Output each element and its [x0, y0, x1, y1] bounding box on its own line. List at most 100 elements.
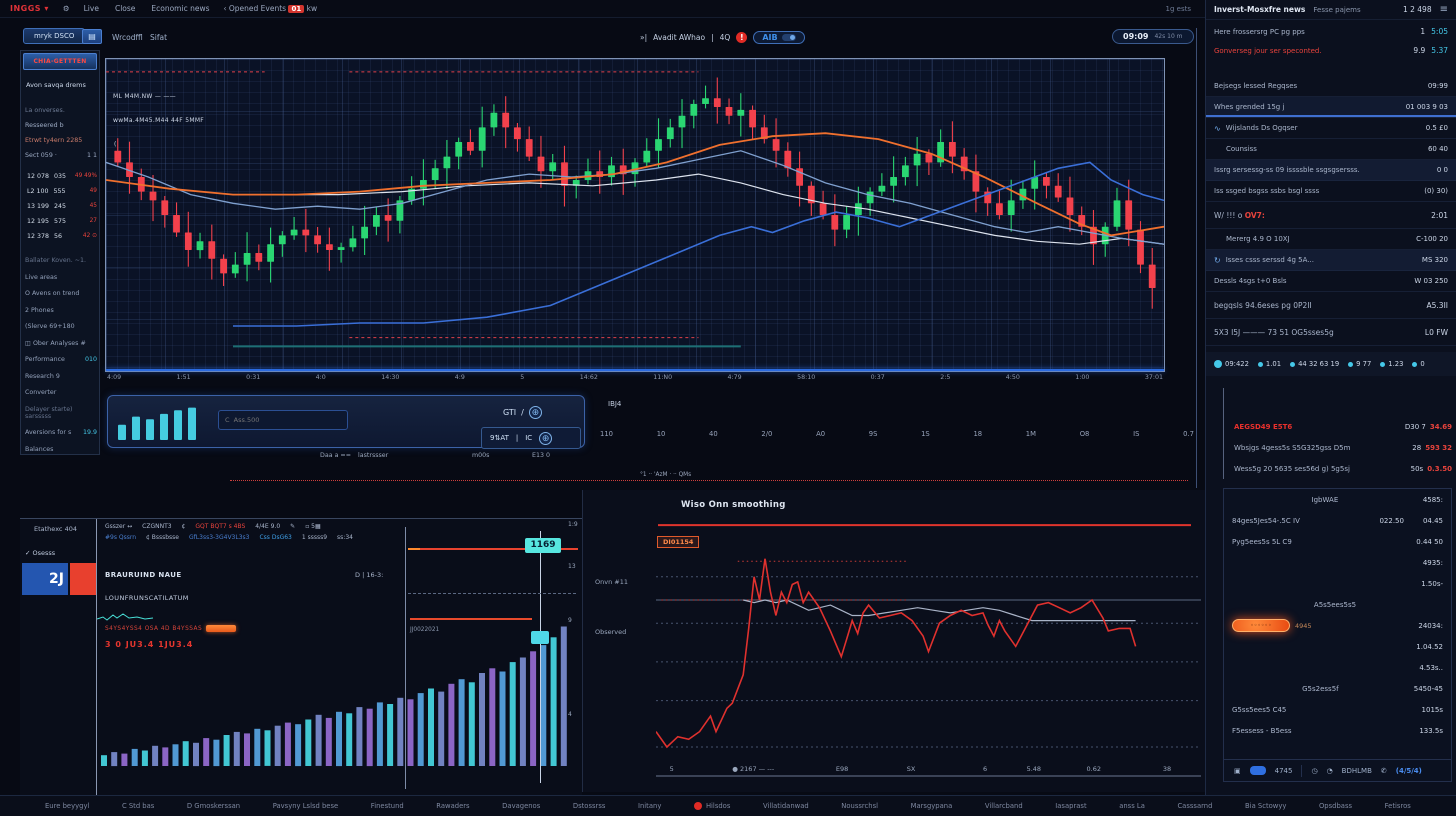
toolbar-label-1[interactable]: Wrcodffl	[112, 33, 143, 42]
depth-toolbar-item[interactable]: ¢ Bsssbsse	[146, 534, 179, 541]
main-chart-panel[interactable]: ML M4M.NW — —— wwMa.4M45.M44 44F 5MMF (	[105, 58, 1165, 372]
timeframe-button[interactable]: 0.7	[1183, 430, 1194, 438]
status-item[interactable]: Pavsyny Lslsd bese	[273, 802, 339, 810]
status-item[interactable]: Davagenos	[502, 802, 540, 810]
sidebar-item[interactable]: 2 Phones	[25, 307, 97, 314]
sidebar-item[interactable]: Ballater Koven. ~1.	[25, 257, 97, 264]
depth-crosshair-2[interactable]	[540, 531, 541, 783]
info-row[interactable]: Iss ssged bsgss ssbs bsgl ssss(0) 30)	[1206, 181, 1456, 202]
status-item[interactable]: Villatidanwad	[763, 802, 809, 810]
slider-handle[interactable]	[531, 631, 549, 644]
aib-toggle[interactable]	[782, 34, 796, 41]
depth-toolbar-item[interactable]: CZGNNT3	[142, 523, 171, 530]
sidebar-item[interactable]: Live areas	[25, 274, 97, 281]
status-item[interactable]: Eure beyygyl	[45, 802, 89, 810]
status-item[interactable]: Fetisros	[1385, 802, 1411, 810]
timeframe-button[interactable]: 1S	[921, 430, 930, 438]
price-tag[interactable]: 1169	[525, 538, 561, 553]
depth-toolbar-item[interactable]: 4/4E 9.0	[255, 523, 280, 530]
info-row[interactable]: Mererg 4.9 O 10XJC-100 20	[1206, 229, 1456, 250]
status-item[interactable]: anss La	[1119, 802, 1145, 810]
depth-toolbar-item[interactable]: Css DsG63	[259, 534, 291, 541]
sidebar-item[interactable]: Aversions for s19.9	[25, 429, 97, 436]
alert-row[interactable]: Wess5g 20 5635 ses56d g) 5g5sj50s0.3.50	[1234, 458, 1452, 479]
menu-item[interactable]: Close	[115, 4, 135, 13]
layout-button[interactable]: ▤	[82, 29, 102, 44]
sidebar-item[interactable]: Research 9	[25, 373, 97, 380]
timeframe-button[interactable]: 9S	[869, 430, 878, 438]
sidebar-item[interactable]: Balances	[25, 446, 97, 453]
clock-icon[interactable]: ◷	[1311, 767, 1317, 775]
depth-crosshair-1[interactable]	[405, 527, 406, 789]
status-item[interactable]: C Std bas	[122, 802, 154, 810]
status-item[interactable]: Dstossrss	[573, 802, 606, 810]
status-item[interactable]: Marsgypana	[911, 802, 953, 810]
book-row[interactable]: 12 3785642 ⊙	[27, 233, 97, 240]
opened-events[interactable]: ‹ Opened Events 01 kw	[224, 4, 318, 13]
bell-icon[interactable]: ◔	[1327, 767, 1333, 775]
status-item[interactable]: Rawaders	[436, 802, 469, 810]
status-item[interactable]: D Gmoskerssan	[187, 802, 240, 810]
sidebar-item[interactable]: ◫ Ober Analyses #	[25, 340, 97, 347]
quick-trade-widget[interactable]: GTI / ⊕ 9⇅AT | IC ⊕	[107, 395, 585, 448]
sidebar-item[interactable]: Converter	[25, 389, 97, 396]
depth-toolbar-item[interactable]: ss:34	[337, 534, 353, 541]
depth-stat-value[interactable]: 2J	[22, 563, 68, 595]
status-item[interactable]: Finestund	[371, 802, 404, 810]
info-row[interactable]: 5X3 I5J ——— 73 51 OG5sses5gL0 FW	[1206, 319, 1456, 346]
book-row[interactable]: 12 19557527	[27, 218, 97, 225]
depth-toolbar-item[interactable]: ✎	[290, 523, 295, 530]
depth-red-box[interactable]	[70, 563, 96, 595]
depth-toolbar-item[interactable]: ▫ 5▦	[305, 523, 320, 530]
timeframe-button[interactable]: 110	[600, 430, 613, 438]
status-item[interactable]: Iasaprast	[1055, 802, 1086, 810]
timeframe-button[interactable]: 18	[973, 430, 982, 438]
status-item[interactable]: Villarcband	[985, 802, 1023, 810]
timeframe-label[interactable]: 4Q	[720, 33, 731, 42]
book-row[interactable]: 12 07803549 49%	[27, 173, 97, 180]
timeframe-button[interactable]: O8	[1080, 430, 1090, 438]
status-item[interactable]: Casssarnd	[1177, 802, 1212, 810]
info-row[interactable]: Dessls 4sgs t+0 BslsW 03 250	[1206, 271, 1456, 292]
depth-toolbar-item[interactable]: GQT BQT7 s 4BS	[195, 523, 245, 530]
depth-histogram-svg[interactable]	[97, 619, 582, 769]
sidebar-item[interactable]: Performance010	[25, 356, 97, 363]
active-symbol[interactable]: Avadit AWhao	[653, 33, 705, 42]
timeframe-button[interactable]: IS	[1133, 430, 1139, 438]
camera-icon[interactable]: ▣	[1234, 767, 1241, 775]
depth-toolbar-item[interactable]: 1 sssss9	[302, 534, 327, 541]
info-row[interactable]: Issrg sersessg-ss 09 issssble ssgsgserss…	[1206, 160, 1456, 181]
phone-icon[interactable]: ✆	[1381, 767, 1387, 775]
toolbar-label-2[interactable]: Sifat	[150, 33, 167, 42]
book-row[interactable]: 13 19924545	[27, 203, 97, 210]
candlestick-chart[interactable]	[106, 59, 1164, 369]
smoothing-chart-svg[interactable]	[656, 520, 1201, 778]
timeframe-button[interactable]: 1M	[1026, 430, 1036, 438]
status-item[interactable]: Bia Sctowyy	[1245, 802, 1286, 810]
alert-row[interactable]: AEGSD49 E5T6D30 734.69	[1234, 416, 1452, 437]
status-item[interactable]: Noussrchsl	[841, 802, 878, 810]
aib-pill[interactable]: AIB	[753, 31, 804, 44]
info-row[interactable]: Whes grended 15g j01 003 9 03	[1206, 97, 1456, 118]
depth-toolbar-item[interactable]: #9s Qssrn	[105, 534, 136, 541]
info-row[interactable]: Counsiss60 40	[1206, 139, 1456, 160]
info-row[interactable]: begqsls 94.6eses pg 0P2IIA5.3II	[1206, 292, 1456, 319]
status-item[interactable]: Hilsdos	[694, 802, 730, 810]
symbol-select-button[interactable]: mryk DSCO	[23, 28, 85, 44]
info-row[interactable]: ∿Wijslands Ds Ogqser0.5 £0	[1206, 118, 1456, 139]
globe-icon[interactable]: ⊕	[529, 406, 542, 419]
app-logo[interactable]: INGGS ▾	[10, 4, 49, 13]
globe-icon-2[interactable]: ⊕	[539, 432, 552, 445]
alert-icon[interactable]: !	[736, 32, 747, 43]
amount-input[interactable]	[218, 410, 348, 430]
submit-order-button[interactable]: ◦◦◦◦◦◦	[1232, 619, 1290, 632]
sidebar-item[interactable]: O Avens on trend	[25, 290, 97, 297]
sidebar-item[interactable]: (Slerve 69+180	[25, 323, 97, 330]
info-row[interactable]: Bejsegs lessed Regqses09:99	[1206, 76, 1456, 97]
status-item[interactable]: Initany	[638, 802, 661, 810]
gti-label[interactable]: GTI	[503, 408, 516, 417]
alert-row[interactable]: Wbsjgs 4gess5s S5G325gss D5m28593 32	[1234, 437, 1452, 458]
book-row[interactable]: L2 10055549	[27, 188, 97, 195]
status-item[interactable]: Opsdbass	[1319, 802, 1352, 810]
depth-toolbar-item[interactable]: ¢	[182, 523, 186, 530]
